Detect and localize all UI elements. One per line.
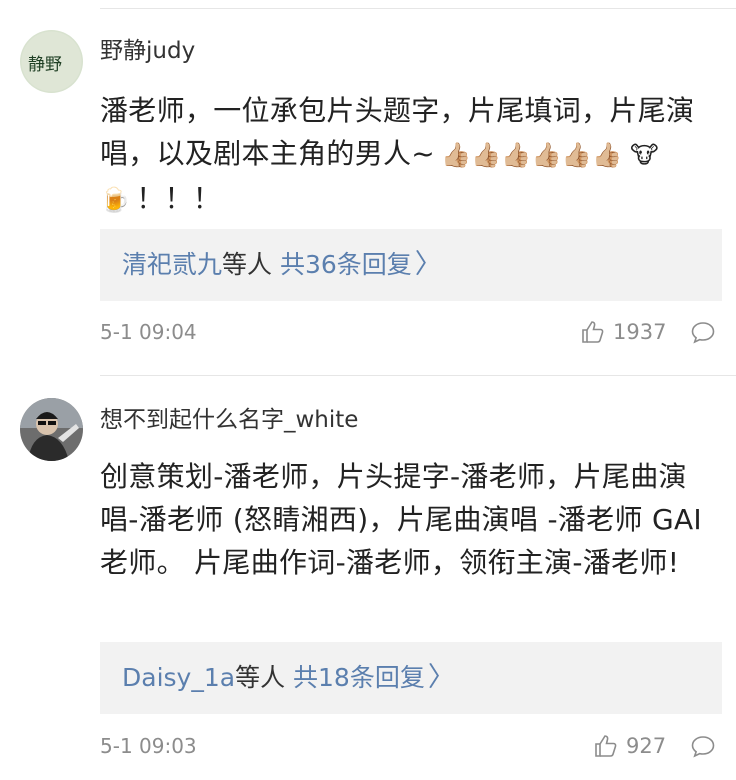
username[interactable]: 野静judy (100, 36, 195, 66)
comment-content: 潘老师，一位承包片头题字，片尾填词，片尾演唱，以及剧本主角的男人~ 👍🏼👍🏼👍🏼👍… (100, 89, 712, 222)
reply-total[interactable]: 共18条回复 (293, 663, 425, 692)
chevron-right-icon: 〉 (427, 662, 455, 693)
reply-total[interactable]: 共36条回复 (280, 250, 412, 279)
avatar-text: 静野 (28, 55, 62, 75)
reply-summary[interactable]: Daisy_1a等人 共18条回复〉 (100, 642, 722, 714)
thumbs-up-outline-icon (580, 319, 606, 345)
reply-mid: 等人 (222, 250, 273, 279)
thumbs-up-outline-icon (593, 733, 619, 759)
top-divider (100, 8, 736, 9)
like-button[interactable]: 1937 (580, 319, 666, 345)
comment-time: 5-1 09:03 (100, 734, 197, 758)
username[interactable]: 想不到起什么名字_white (100, 405, 358, 435)
comment-content: 创意策划-潘老师，片头提字-潘老师，片尾曲演唱-潘老师 (怒睛湘西)，片尾曲演唱… (100, 460, 702, 579)
like-button[interactable]: 927 (593, 733, 666, 759)
comment-time: 5-1 09:04 (100, 320, 197, 344)
comment-divider (100, 375, 736, 376)
speech-bubble-icon[interactable] (690, 320, 716, 346)
avatar[interactable] (20, 398, 83, 461)
reply-summary[interactable]: 清祀贰九等人 共36条回复〉 (100, 229, 722, 301)
exclaim-text: ！！！ (136, 182, 222, 215)
like-count: 927 (626, 734, 667, 758)
reply-mid: 等人 (235, 663, 286, 692)
reply-names[interactable]: Daisy_1a (122, 663, 235, 692)
like-count: 1937 (613, 320, 667, 344)
avatar[interactable]: 静野 (20, 30, 83, 93)
chevron-right-icon: 〉 (414, 249, 442, 280)
speech-bubble-icon[interactable] (690, 734, 716, 760)
reply-names[interactable]: 清祀贰九 (122, 250, 222, 279)
